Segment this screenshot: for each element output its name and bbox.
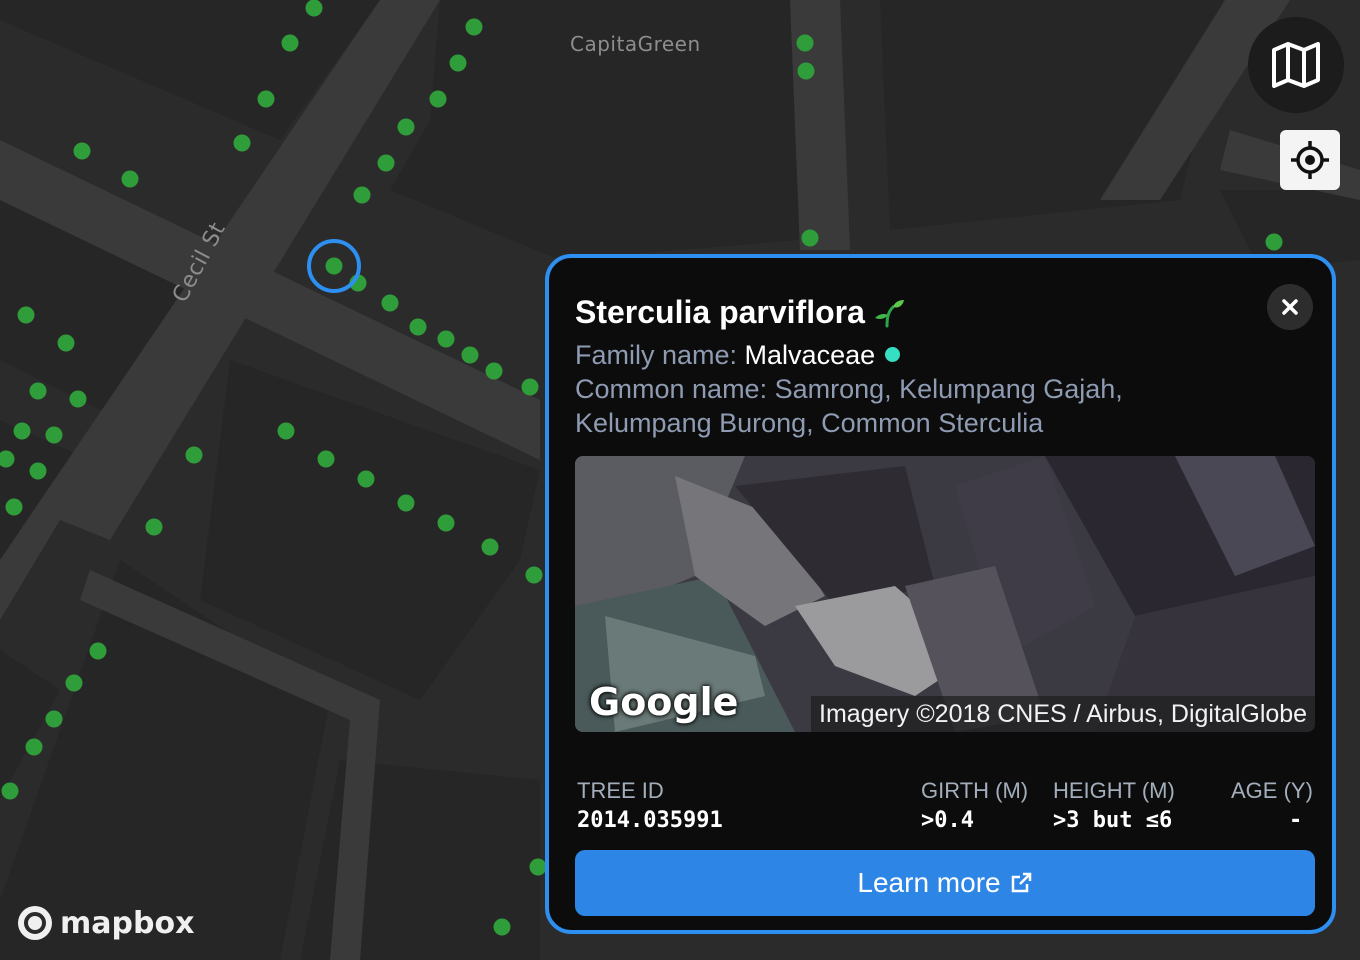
tree-marker[interactable] — [465, 18, 483, 36]
tree-marker[interactable] — [525, 566, 543, 584]
tree-marker[interactable] — [305, 0, 323, 17]
mapbox-logo[interactable]: mapbox — [16, 904, 194, 942]
tree-marker[interactable] — [409, 318, 427, 336]
tree-marker[interactable] — [397, 118, 415, 136]
tree-marker[interactable] — [429, 90, 447, 108]
tree-marker[interactable] — [69, 390, 87, 408]
tree-marker[interactable] — [89, 642, 107, 660]
tree-marker[interactable] — [485, 362, 503, 380]
tree-marker[interactable] — [29, 382, 47, 400]
external-link-icon — [1011, 872, 1031, 893]
tree-marker[interactable] — [13, 422, 31, 440]
tree-marker[interactable] — [357, 470, 375, 488]
family-label: Family name: — [575, 340, 745, 370]
tree-marker[interactable] — [121, 170, 139, 188]
tree-marker[interactable] — [277, 422, 295, 440]
map-icon — [1272, 42, 1320, 88]
tree-info-panel: Sterculia parviflora Family name: Malvac… — [545, 254, 1336, 934]
family-value: Malvaceae — [744, 340, 876, 370]
tree-id-label: TREE ID — [577, 778, 664, 803]
close-icon — [1282, 299, 1298, 315]
tree-marker[interactable] — [796, 34, 814, 52]
locate-crosshair-icon — [1291, 141, 1329, 179]
tree-marker[interactable] — [281, 34, 299, 52]
tree-marker[interactable] — [45, 426, 63, 444]
tree-marker[interactable] — [185, 446, 203, 464]
tree-marker[interactable] — [481, 538, 499, 556]
tree-marker[interactable] — [397, 494, 415, 512]
tree-marker[interactable] — [377, 154, 395, 172]
tree-marker[interactable] — [493, 918, 511, 936]
tree-marker[interactable] — [521, 378, 539, 396]
learn-more-label: Learn more — [857, 867, 1001, 898]
tree-marker[interactable] — [461, 346, 479, 364]
tree-marker[interactable] — [29, 462, 47, 480]
tree-marker[interactable] — [801, 229, 819, 247]
imagery-attribution: Imagery ©2018 CNES / Airbus, DigitalGlob… — [811, 696, 1315, 732]
tree-marker[interactable] — [353, 186, 371, 204]
tree-marker[interactable] — [437, 514, 455, 532]
tree-marker[interactable] — [529, 858, 547, 876]
building-label-capitagreen: CapitaGreen — [570, 32, 701, 56]
tree-id-value: 2014.035991 — [577, 808, 723, 833]
height-label: HEIGHT (M) — [1053, 778, 1175, 803]
species-name: Sterculia parviflora — [575, 294, 865, 330]
age-label: AGE (Y) — [1231, 778, 1313, 803]
tree-marker[interactable] — [325, 257, 343, 275]
tree-marker[interactable] — [5, 498, 23, 516]
tree-marker[interactable] — [17, 306, 35, 324]
age-value: - — [1289, 808, 1303, 833]
close-button[interactable] — [1267, 284, 1313, 330]
species-title: Sterculia parviflora — [575, 294, 905, 331]
girth-label: GIRTH (M) — [921, 778, 1029, 803]
common-name-line-1: Common name: Samrong, Kelumpang Gajah, — [575, 374, 1123, 404]
tree-marker[interactable] — [73, 142, 91, 160]
map-style-button[interactable] — [1248, 17, 1344, 113]
common-name-line-2: Kelumpang Burong, Common Sterculia — [575, 408, 1044, 438]
tree-marker[interactable] — [1265, 233, 1283, 251]
tree-marker[interactable] — [257, 90, 275, 108]
tree-marker[interactable] — [145, 518, 163, 536]
mapbox-wordmark: mapbox — [60, 905, 195, 941]
height-value: >3 but ≤6 — [1053, 808, 1173, 833]
locate-button[interactable] — [1280, 130, 1340, 190]
seedling-icon — [874, 299, 904, 327]
tree-marker[interactable] — [233, 134, 251, 152]
satellite-imagery: Google Imagery ©2018 CNES / Airbus, Digi… — [575, 456, 1315, 732]
tree-marker[interactable] — [381, 294, 399, 312]
google-logo: Google — [589, 680, 739, 724]
girth-value: >0.4 — [921, 808, 974, 833]
mapbox-icon — [18, 906, 52, 940]
tree-marker[interactable] — [57, 334, 75, 352]
tree-marker[interactable] — [65, 674, 83, 692]
tree-marker[interactable] — [437, 330, 455, 348]
family-line: Family name: Malvaceae — [575, 338, 901, 372]
family-color-dot — [885, 347, 901, 362]
tree-marker[interactable] — [25, 738, 43, 756]
tree-marker[interactable] — [797, 62, 815, 80]
tree-marker[interactable] — [449, 54, 467, 72]
tree-marker[interactable] — [45, 710, 63, 728]
learn-more-button[interactable]: Learn more — [575, 850, 1315, 916]
tree-marker[interactable] — [1, 782, 19, 800]
tree-marker[interactable] — [317, 450, 335, 468]
